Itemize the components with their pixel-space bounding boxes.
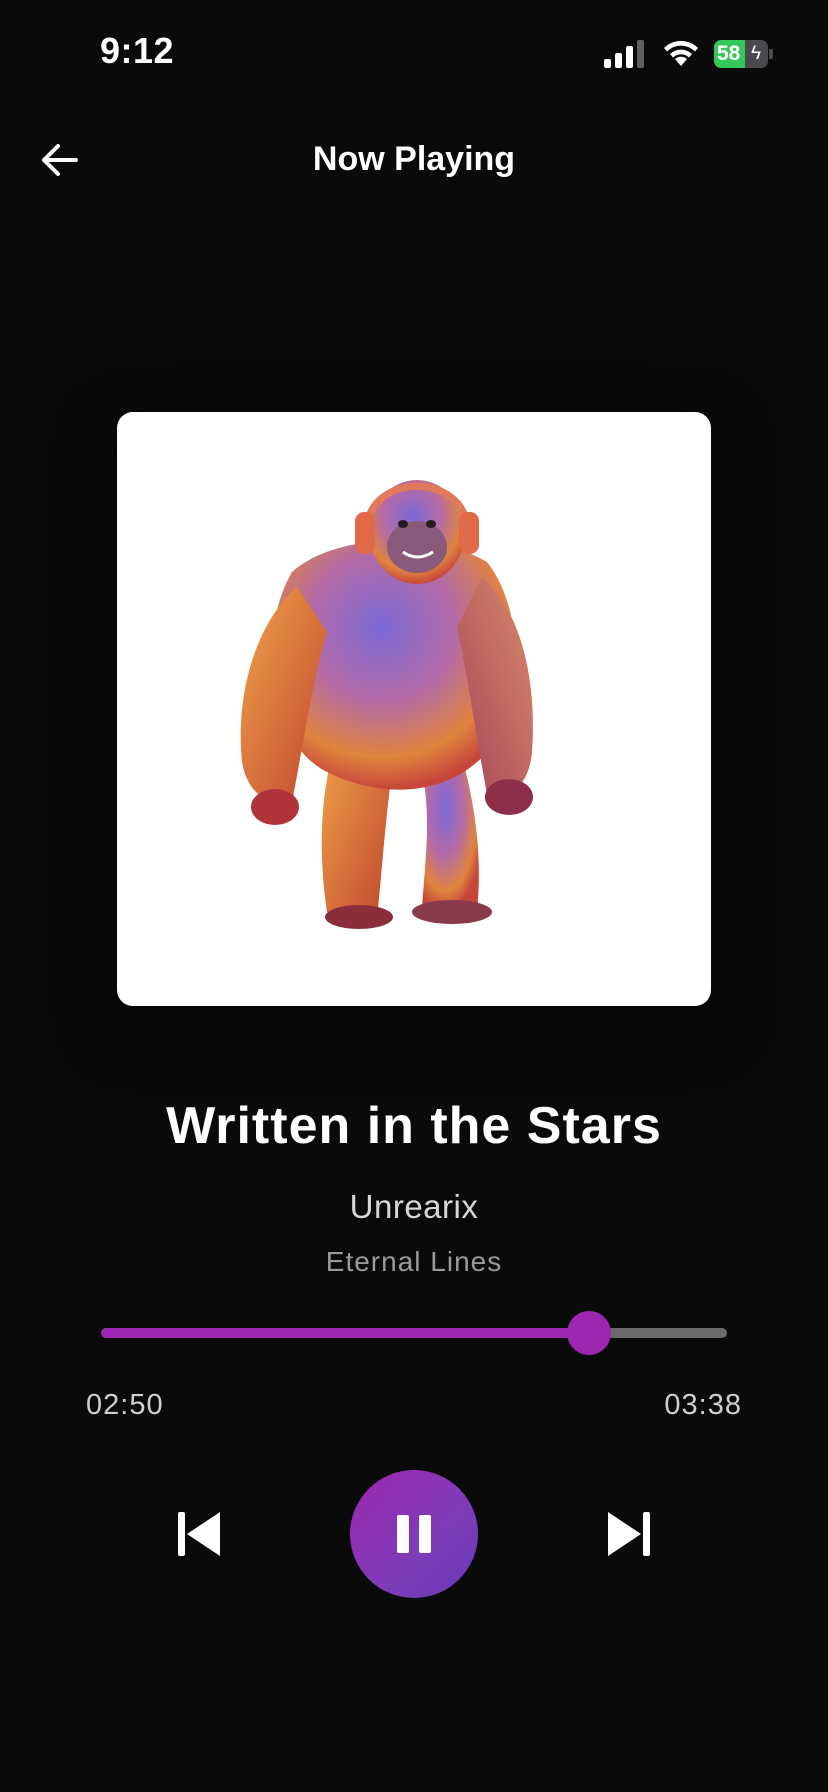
track-title: Written in the Stars	[166, 1097, 662, 1155]
next-button[interactable]	[600, 1508, 656, 1560]
nav-header: Now Playing	[0, 120, 828, 200]
cellular-signal-icon	[604, 40, 644, 68]
wifi-icon	[664, 40, 698, 66]
previous-button[interactable]	[172, 1508, 228, 1560]
album-artwork	[117, 412, 711, 1006]
skip-previous-icon	[178, 1512, 220, 1556]
page-title: Now Playing	[312, 140, 516, 178]
status-bar: 9:12 58 ϟ	[0, 0, 828, 100]
skip-next-icon	[608, 1512, 650, 1556]
playback-controls	[0, 1470, 828, 1598]
battery-icon: 58 ϟ	[714, 40, 773, 68]
progress-fill	[101, 1328, 590, 1338]
battery-percentage: 58	[717, 42, 741, 65]
track-album[interactable]: Eternal Lines	[0, 1246, 828, 1278]
status-time: 9:12	[100, 30, 175, 71]
track-artist[interactable]: Unrearix	[0, 1188, 828, 1226]
pause-button[interactable]	[350, 1470, 478, 1598]
elapsed-time: 02:50	[86, 1389, 164, 1421]
progress-thumb[interactable]	[567, 1311, 612, 1355]
total-time: 03:38	[664, 1389, 742, 1421]
pause-icon	[397, 1515, 431, 1553]
charging-bolt-icon: ϟ	[751, 43, 762, 64]
progress-slider[interactable]	[101, 1311, 727, 1355]
gorilla-with-headphones-illustration	[240, 480, 533, 929]
